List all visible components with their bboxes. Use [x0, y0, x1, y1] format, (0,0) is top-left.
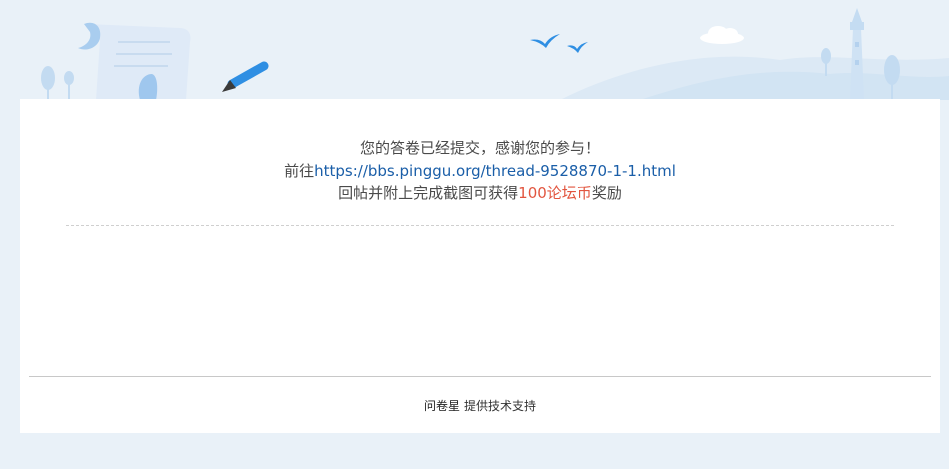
birds-icon	[530, 34, 588, 53]
footer: 问卷星 提供技术支持	[20, 397, 940, 414]
reward-amount: 100论坛币	[518, 184, 592, 202]
thank-you-text: 您的答卷已经提交，感谢您的参与！	[359, 139, 600, 157]
dashed-divider	[66, 225, 894, 226]
reward-suffix: 奖励	[591, 184, 622, 202]
page: 您的答卷已经提交，感谢您的参与！ 前往https://bbs.pinggu.or…	[0, 0, 949, 469]
footer-divider	[29, 376, 931, 377]
lighthouse-icon	[850, 8, 864, 100]
cloud-icon	[700, 26, 744, 44]
tree-icon	[41, 66, 74, 100]
goto-prefix: 前往	[284, 161, 315, 180]
forum-thread-link[interactable]: https://bbs.pinggu.org/thread-9528870-1-…	[314, 162, 676, 180]
support-text: 提供技术支持	[464, 399, 537, 413]
forum-link-line: 前往https://bbs.pinggu.org/thread-9528870-…	[20, 160, 940, 183]
result-card: 您的答卷已经提交，感谢您的参与！ 前往https://bbs.pinggu.or…	[20, 99, 940, 433]
header-illustration	[41, 8, 949, 100]
brand-link[interactable]: 问卷星	[424, 399, 460, 413]
reward-line: 回帖并附上完成截图可获得100论坛币奖励	[20, 182, 940, 205]
reward-prefix: 回帖并附上完成截图可获得	[338, 184, 519, 202]
pencil-icon	[222, 61, 269, 92]
submission-message: 您的答卷已经提交，感谢您的参与！ 前往https://bbs.pinggu.or…	[20, 137, 940, 205]
scroll-paper-icon	[78, 22, 191, 100]
